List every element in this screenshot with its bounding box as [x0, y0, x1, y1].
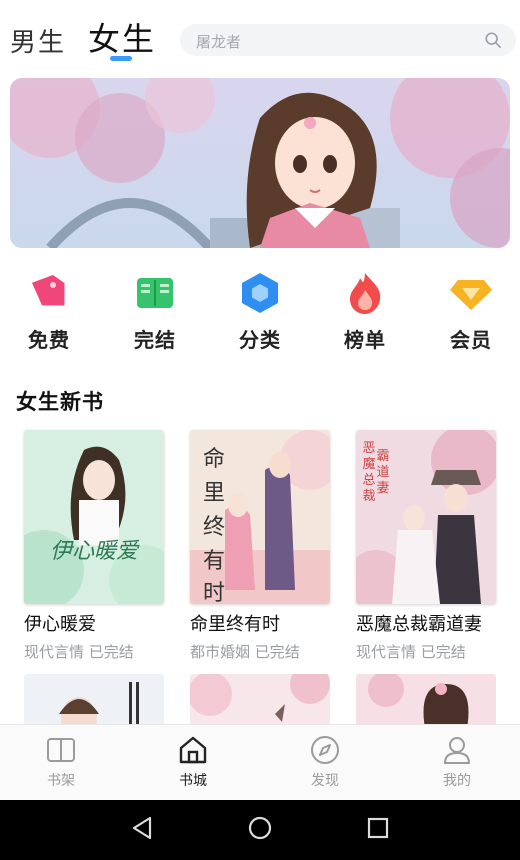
nav-bookshelf[interactable]: 书架: [16, 733, 106, 790]
book-cover[interactable]: 恶 魔 总 裁 霸 道 妻: [356, 430, 496, 604]
home-circle-icon[interactable]: [246, 814, 274, 842]
svg-text:裁: 裁: [362, 488, 375, 504]
promo-banner[interactable]: [10, 78, 510, 248]
nav-mine-label: 我的: [443, 773, 471, 789]
category-member[interactable]: 会员: [426, 270, 516, 360]
top-bar: 男生 女生 屠龙者: [0, 0, 520, 70]
category-member-label: 会员: [450, 328, 492, 352]
bottom-nav: 书架 书城 发现 我的: [0, 724, 520, 801]
search-placeholder: 屠龙者: [196, 33, 242, 51]
category-free[interactable]: 免费: [4, 270, 94, 360]
book-meta: 现代言情 已完结: [356, 641, 506, 662]
svg-text:里: 里: [203, 481, 225, 506]
svg-text:魔: 魔: [362, 457, 375, 472]
category-ranking-label: 榜单: [344, 328, 386, 352]
svg-text:道: 道: [376, 465, 389, 480]
search-input[interactable]: 屠龙者: [180, 24, 516, 56]
book-card[interactable]: 命 里 终 有 时 命里终有时 都市婚姻 已完结: [190, 430, 340, 662]
home-icon: [176, 733, 210, 767]
category-finished[interactable]: 完结: [110, 270, 200, 360]
nav-mine[interactable]: 我的: [412, 733, 502, 790]
book-card[interactable]: 恶 魔 总 裁 霸 道 妻 恶魔总裁霸道妻 现代言情 已完结: [356, 430, 506, 662]
back-icon[interactable]: [128, 814, 156, 842]
category-ranking[interactable]: 榜单: [320, 270, 410, 360]
cover-title-text: 伊心暖爱: [50, 539, 140, 564]
nav-bookstore-label: 书城: [179, 773, 207, 789]
active-tab-indicator: [110, 56, 132, 61]
banner-illustration: [10, 78, 510, 248]
flame-icon: [342, 270, 388, 316]
book-status: 已完结: [254, 643, 300, 661]
book-genre: 都市婚姻: [190, 643, 251, 661]
compass-icon: [308, 733, 342, 767]
book-title[interactable]: 伊心暖爱: [24, 610, 174, 636]
category-classify[interactable]: 分类: [215, 270, 305, 360]
book-status: 已完结: [420, 643, 466, 661]
category-classify-label: 分类: [239, 328, 281, 352]
tab-female[interactable]: 女生: [88, 14, 156, 60]
book-genre: 现代言情: [356, 643, 417, 661]
svg-text:时: 时: [203, 581, 225, 604]
bookshelf-icon: [44, 733, 78, 767]
nav-bookstore[interactable]: 书城: [148, 733, 238, 790]
svg-text:命: 命: [203, 447, 225, 472]
recents-icon[interactable]: [364, 814, 392, 842]
svg-text:有: 有: [203, 549, 225, 574]
diamond-icon: [448, 270, 494, 316]
section-title: 女生新书: [16, 390, 104, 414]
tab-male[interactable]: 男生: [10, 22, 66, 59]
nav-bookshelf-label: 书架: [47, 773, 75, 789]
user-icon: [440, 733, 474, 767]
book-title[interactable]: 恶魔总裁霸道妻: [356, 610, 506, 636]
book-open-icon: [132, 270, 178, 316]
book-card[interactable]: 伊心暖爱 伊心暖爱 现代言情 已完结: [24, 430, 174, 662]
nav-discover-label: 发现: [311, 773, 339, 789]
svg-text:妻: 妻: [376, 481, 389, 496]
category-row: 免费 完结 分类 榜单 会员: [0, 270, 520, 360]
tag-icon: [26, 270, 72, 316]
svg-text:终: 终: [203, 515, 225, 540]
book-status: 已完结: [88, 643, 134, 661]
book-genre: 现代言情: [24, 643, 85, 661]
svg-text:恶: 恶: [362, 441, 375, 456]
search-icon[interactable]: [484, 31, 502, 49]
category-finished-label: 完结: [134, 328, 176, 352]
hexagon-icon: [237, 270, 283, 316]
nav-discover[interactable]: 发现: [280, 733, 370, 790]
book-meta: 现代言情 已完结: [24, 641, 174, 662]
svg-text:总: 总: [362, 473, 375, 488]
book-meta: 都市婚姻 已完结: [190, 641, 340, 662]
book-title[interactable]: 命里终有时: [190, 610, 340, 636]
book-cover[interactable]: 命 里 终 有 时: [190, 430, 330, 604]
category-free-label: 免费: [28, 328, 70, 352]
book-cover[interactable]: 伊心暖爱: [24, 430, 164, 604]
svg-text:霸: 霸: [376, 449, 389, 464]
system-nav-bar: [0, 800, 520, 860]
